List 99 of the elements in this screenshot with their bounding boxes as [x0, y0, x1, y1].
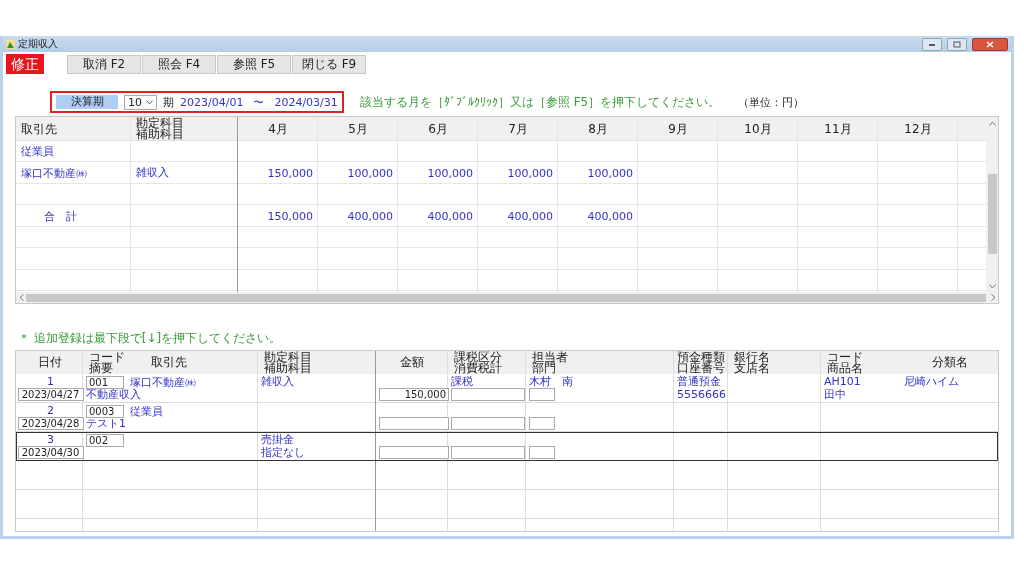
row-number: 2 [47, 405, 54, 417]
row-number: 3 [47, 434, 54, 446]
column-header[interactable]: コード摘要 [89, 351, 125, 374]
instruction-text: ＊ 追加登録は最下段で[↓]を押下してください。 [18, 330, 283, 347]
department-field[interactable] [529, 417, 555, 430]
table-cell-text: テスト1 [86, 418, 127, 430]
column-header[interactable]: 4月 [268, 123, 288, 135]
date-field[interactable]: 2023/04/27 [17, 388, 84, 401]
toolbar-button[interactable]: 取消 F2 [67, 54, 141, 74]
table-cell-text: 雑収入 [261, 376, 295, 388]
period-end-date: 2024/03/31 [274, 95, 338, 109]
department-field[interactable] [529, 446, 555, 459]
table-cell-text: 売掛金 [261, 434, 295, 446]
scrollbar-thumb[interactable] [987, 174, 997, 254]
column-header[interactable]: コード商品名 [827, 351, 863, 374]
code-field[interactable]: 001 [86, 376, 124, 389]
code-field[interactable]: 0003 [86, 405, 124, 418]
toolbar-button[interactable]: 閉じる F9 [292, 54, 366, 74]
toolbar-button[interactable]: 参照 F5 [217, 54, 291, 74]
column-header[interactable]: 分類名 [931, 357, 968, 368]
table-cell-text: 指定なし [261, 447, 306, 459]
department-field[interactable] [529, 388, 555, 401]
table-cell-text: 150,000 [266, 165, 314, 182]
code-field[interactable]: 002 [86, 434, 124, 447]
column-header[interactable]: 勘定科目補助科目 [136, 118, 184, 140]
maximize-button[interactable] [947, 37, 967, 51]
column-header[interactable]: 金額 [400, 357, 424, 368]
close-button[interactable] [972, 37, 1008, 51]
table-cell: 塚口不動産㈱ [130, 376, 196, 389]
mode-badge: 修正 [6, 54, 44, 74]
vertical-scrollbar[interactable] [986, 117, 998, 292]
toolbar-button[interactable]: 照会 F4 [142, 54, 216, 74]
row-number: 1 [47, 376, 54, 388]
table-cell-text: 塚口不動産㈱ [20, 165, 88, 182]
table-cell-text: 木村 南 [529, 376, 574, 388]
table-row[interactable]: 1 2023/04/27 001 塚口不動産㈱ 不動産収入 雑収入 150,000 課税 木村 南 普通預金 5556666 AH101 田中 尼崎ハイム [16, 374, 998, 403]
column-header[interactable]: 11月 [824, 123, 852, 135]
horizontal-scrollbar[interactable] [16, 292, 998, 303]
amount-field[interactable] [379, 417, 449, 430]
table-cell-text: 雑収入 [135, 164, 170, 181]
instruction-text: 該当する月を［ﾀﾞﾌﾞﾙｸﾘｯｸ］又は［参照 F5］を押下してください。 [359, 93, 721, 111]
date-field[interactable]: 2023/04/28 [17, 417, 84, 430]
column-header[interactable]: 課税区分消費税計 [454, 351, 502, 374]
table-cell: 5556666 [677, 389, 727, 401]
table-cell-text: 課税 [451, 376, 474, 388]
app-icon [6, 39, 15, 49]
column-header[interactable]: 5月 [348, 123, 368, 135]
table-cell-text: 400,000 [346, 208, 394, 225]
table-cell-text: 不動産収入 [86, 389, 141, 401]
table-cell-text: 普通預金 [677, 376, 722, 388]
column-header[interactable]: 預金種類口座番号 [677, 351, 725, 374]
table-row[interactable]: 2 2023/04/28 0003 従業員 テスト1 [16, 403, 998, 432]
table-cell-text: 100,000 [426, 165, 474, 182]
table-cell-text: 田中 [824, 389, 847, 401]
table-row[interactable]: 3 2023/04/30 002 売掛金 指定なし [16, 432, 998, 461]
table-cell-text: 従業員 [20, 144, 55, 161]
window-title: 定期収入 [18, 37, 58, 51]
tax-field[interactable] [451, 446, 525, 459]
column-header[interactable]: 銀行名支店名 [734, 351, 770, 374]
tax-field[interactable] [451, 417, 525, 430]
term-suffix: 期 [163, 94, 174, 110]
period-start-date: 2023/04/01 [180, 95, 244, 109]
column-header[interactable]: 取引先 [21, 123, 57, 135]
table-cell-text: 100,000 [346, 165, 394, 182]
amount-field[interactable] [379, 446, 449, 459]
amount-field[interactable]: 150,000 [379, 388, 449, 401]
table-cell-text: 400,000 [506, 208, 554, 225]
column-header[interactable]: 担当者部門 [532, 351, 568, 374]
unit-label: （単位：円） [738, 94, 805, 110]
caret-icon [146, 99, 153, 105]
table-cell-text: AH101 [824, 376, 862, 388]
table-cell-text: 100,000 [506, 165, 554, 182]
range-separator: 〜 [253, 94, 265, 110]
table-cell-text: 150,000 [266, 208, 314, 225]
date-field[interactable]: 2023/04/30 [17, 446, 84, 459]
column-header[interactable]: 勘定科目補助科目 [264, 351, 312, 374]
table-cell-text: 尼崎ハイム [904, 376, 960, 388]
column-header[interactable]: 9月 [668, 123, 688, 135]
maximize-icon [953, 40, 961, 48]
scroll-right-icon[interactable] [988, 291, 998, 304]
column-header[interactable]: 12月 [904, 123, 932, 135]
column-header[interactable]: 10月 [744, 123, 772, 135]
table-cell-text: 400,000 [586, 208, 634, 225]
column-header[interactable]: 8月 [588, 123, 608, 135]
table-cell-text: 合 計 [43, 208, 78, 225]
scrollbar-thumb[interactable] [26, 293, 986, 302]
column-header[interactable]: 7月 [508, 123, 528, 135]
term-dropdown[interactable]: 10 [124, 94, 157, 110]
column-header[interactable]: 取引先 [151, 357, 187, 368]
minimize-button[interactable] [922, 37, 942, 51]
table-cell: 従業員 [130, 405, 163, 418]
tax-field[interactable] [451, 388, 525, 401]
column-header[interactable]: 6月 [428, 123, 448, 135]
period-label: 決算期 [56, 95, 118, 109]
table-cell-text: 100,000 [586, 165, 634, 182]
column-header[interactable]: 日付 [37, 357, 62, 368]
close-icon [986, 40, 994, 48]
table-cell-text: 400,000 [426, 208, 474, 225]
minimize-icon [928, 41, 936, 47]
